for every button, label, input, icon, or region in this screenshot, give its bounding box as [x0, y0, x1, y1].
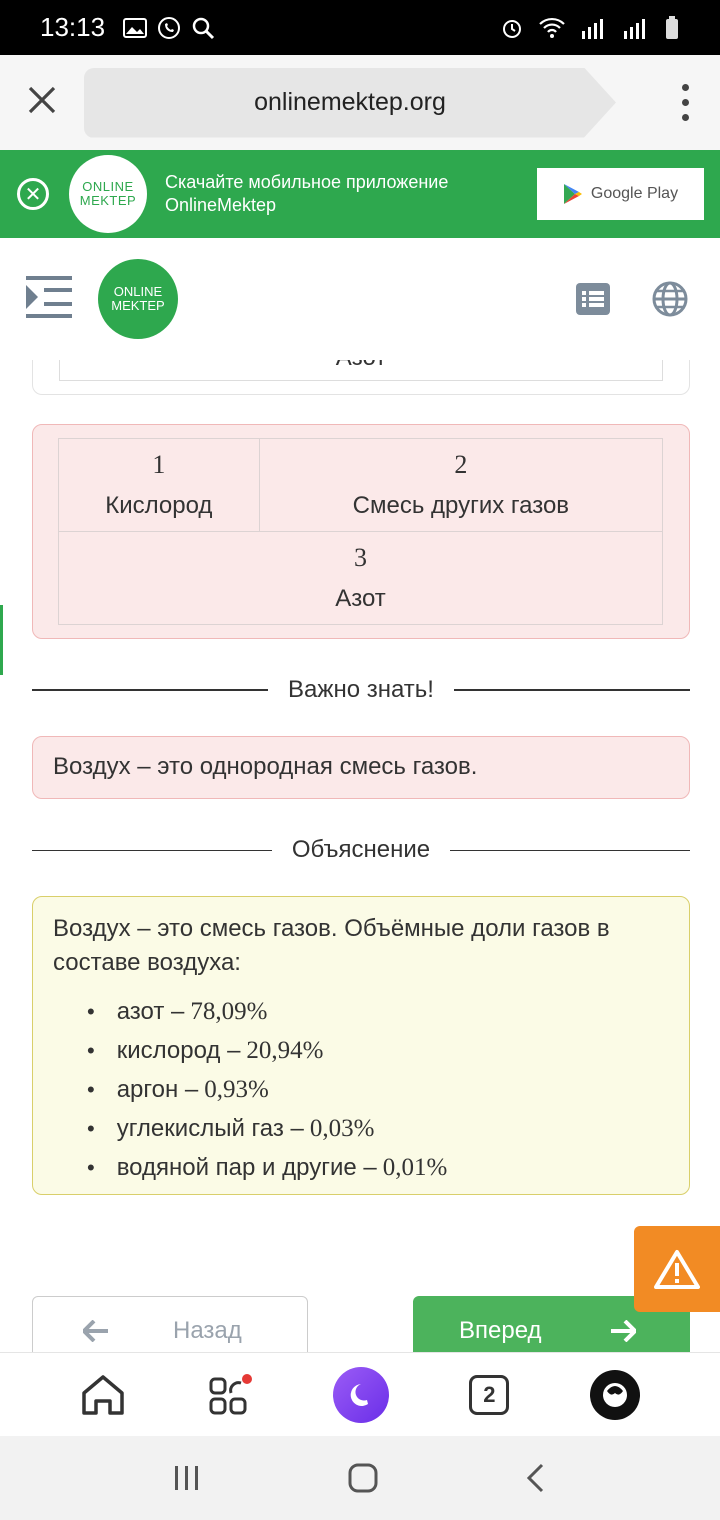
list-icon[interactable] — [576, 283, 610, 315]
list-item: кислород –20,94% — [87, 1031, 669, 1070]
answer-table: 1 Кислород 2 Смесь других газов 3 Азот — [58, 438, 664, 625]
globe-icon[interactable] — [652, 281, 688, 317]
warning-icon — [654, 1250, 700, 1289]
arrow-right-icon — [610, 1320, 636, 1342]
status-time: 13:13 — [40, 12, 106, 42]
arrow-left-icon — [83, 1320, 108, 1342]
alice-assistant-button[interactable] — [332, 1366, 389, 1423]
signal-icon-2 — [624, 18, 645, 39]
banner-text: Скачайте мобильное приложение OnlineMekt… — [165, 172, 449, 215]
alarm-icon — [503, 19, 521, 38]
search-icon — [192, 17, 215, 39]
home-button-icon[interactable] — [347, 1462, 379, 1494]
banner-close-button[interactable]: ✕ — [17, 178, 49, 210]
alice-icon — [350, 1383, 368, 1406]
home-icon[interactable] — [80, 1373, 126, 1417]
tabs-button[interactable]: 2 — [469, 1374, 510, 1415]
list-item: азот –78,09% — [87, 992, 669, 1031]
whatsapp-icon — [158, 16, 181, 39]
important-heading: Важно знать! — [288, 676, 434, 703]
wifi-icon — [539, 17, 565, 38]
site-logo[interactable]: ONLINE MEKTEP — [98, 259, 178, 339]
google-play-icon — [563, 184, 582, 204]
recent-apps-icon[interactable] — [172, 1464, 202, 1492]
lesson-navigation: Назад Вперед — [0, 1226, 720, 1352]
important-divider: Важно знать! — [32, 676, 691, 704]
browser-menu-button[interactable] — [650, 84, 720, 121]
explanation-heading: Объяснение — [291, 836, 431, 863]
app-promo-banner: ✕ ONLINE MEKTEP Скачайте мобильное прило… — [0, 150, 720, 238]
battery-icon — [666, 15, 678, 39]
answer-cell: 3 Азот — [58, 531, 663, 625]
system-navigation-bar — [0, 1436, 720, 1520]
close-icon — [28, 86, 56, 114]
site-header: ONLINE MEKTEP — [0, 238, 720, 360]
back-button[interactable]: Назад — [32, 1296, 308, 1352]
close-tab-button[interactable] — [0, 85, 84, 120]
menu-toggle-button[interactable] — [26, 275, 72, 323]
side-marker — [0, 605, 3, 675]
explanation-divider: Объяснение — [32, 836, 691, 864]
answer-cell: Азот — [59, 360, 663, 381]
incorrect-answer-card: 1 Кислород 2 Смесь других газов 3 Азот — [32, 424, 690, 639]
list-item: углекислый газ –0,03% — [87, 1109, 669, 1148]
list-item: аргон –0,93% — [87, 1070, 669, 1109]
list-item: водяной пар и другие –0,01% — [87, 1148, 669, 1187]
explanation-intro: Воздух – это смесь газов. Объёмные доли … — [53, 915, 610, 976]
back-nav-icon[interactable] — [524, 1463, 548, 1493]
answer-cell: 2 Смесь других газов — [258, 438, 664, 532]
gallery-icon — [123, 17, 148, 38]
profile-icon — [602, 1382, 627, 1407]
signal-icon — [582, 18, 603, 39]
avatar[interactable] — [589, 1369, 640, 1420]
answer-cell: 1 Кислород — [58, 438, 260, 532]
explanation-box: Воздух – это смесь газов. Объёмные доли … — [32, 896, 690, 1195]
gas-list: азот –78,09% кислород –20,94% аргон –0,9… — [53, 992, 669, 1187]
report-problem-button[interactable] — [634, 1226, 720, 1312]
important-note: Воздух – это однородная смесь газов. — [32, 736, 690, 799]
status-bar: 13:13 — [0, 0, 720, 55]
previous-answer-card: Азот — [32, 360, 690, 395]
lesson-content: Азот 1 Кислород 2 Смесь других газов 3 А… — [0, 360, 720, 1352]
browser-bottom-bar: 2 — [0, 1352, 720, 1436]
banner-logo: ONLINE MEKTEP — [69, 155, 147, 233]
services-grid-icon[interactable] — [207, 1373, 253, 1417]
browser-url-bar: onlinemektep.org — [0, 55, 720, 150]
url-field[interactable]: onlinemektep.org — [84, 67, 616, 138]
google-play-button[interactable]: Google Play — [537, 168, 704, 220]
indent-menu-icon — [26, 275, 72, 318]
